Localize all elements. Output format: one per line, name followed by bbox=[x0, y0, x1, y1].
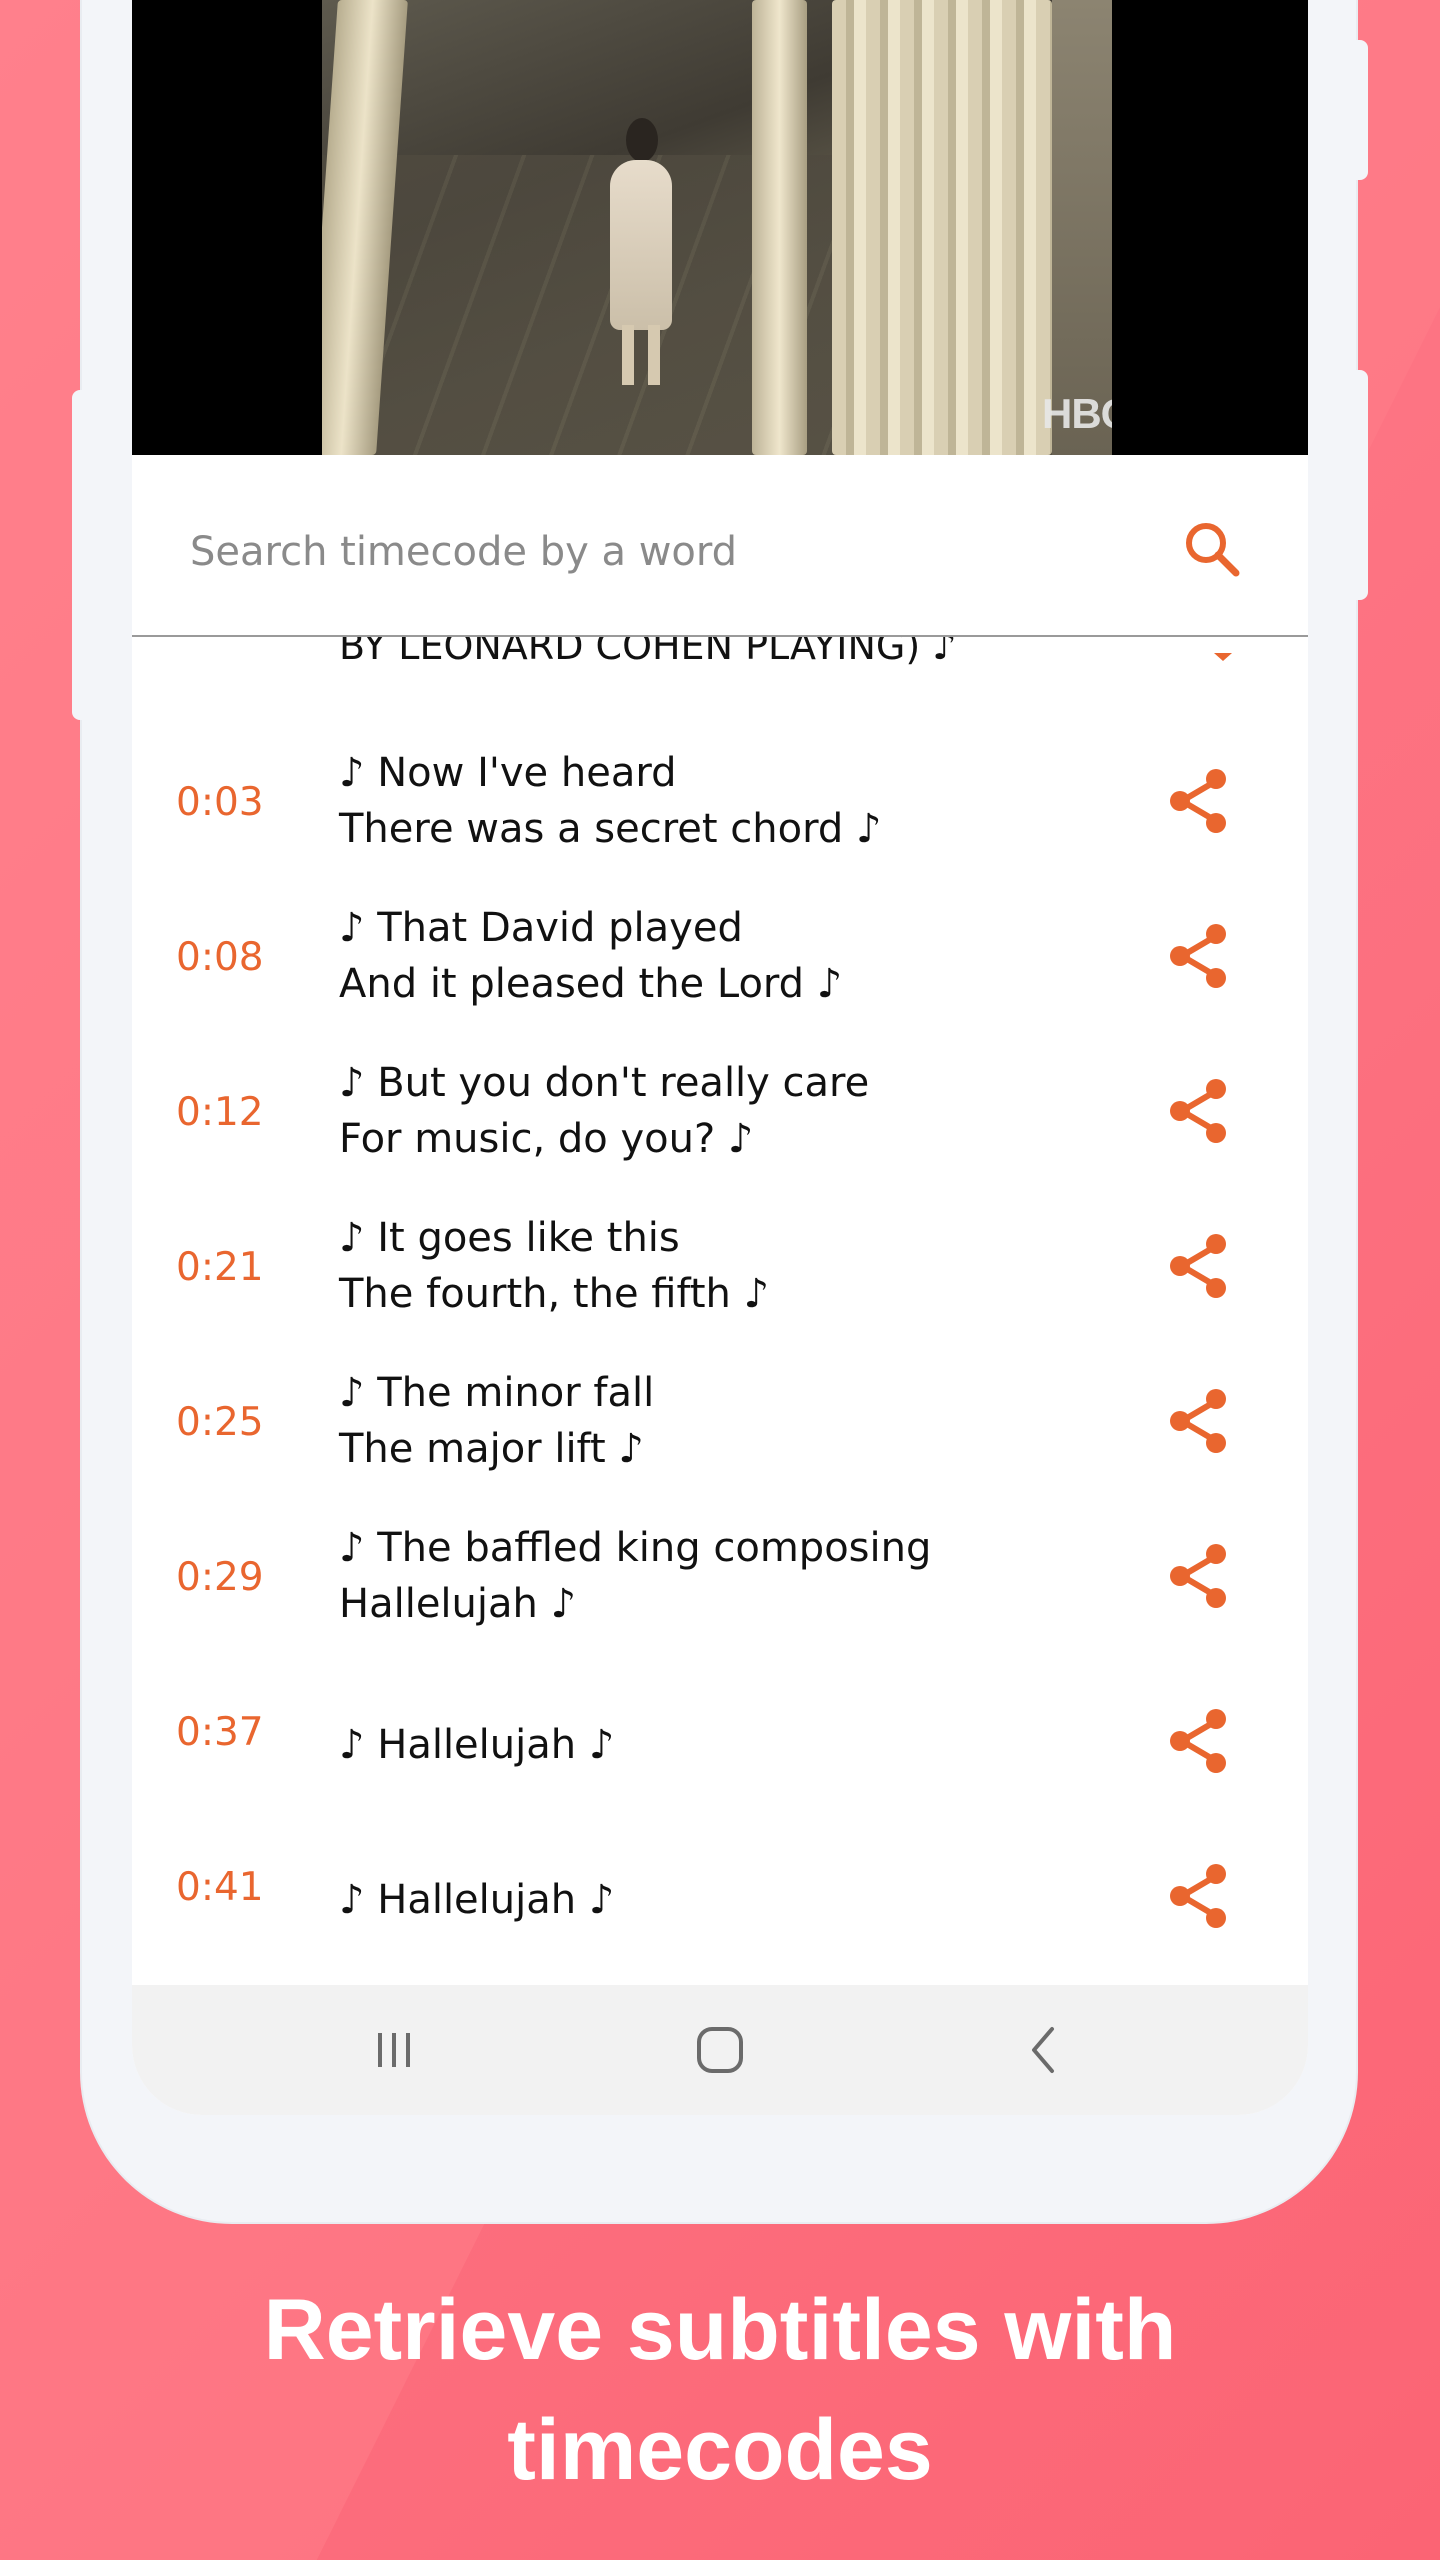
timecode[interactable]: 0:41 bbox=[176, 1868, 264, 1907]
subtitle-line-2: Hallelujah ♪ bbox=[339, 1581, 577, 1627]
subtitle-line-2: The major lift ♪ bbox=[339, 1426, 644, 1472]
share-icon[interactable] bbox=[1160, 1538, 1236, 1614]
subtitle-row[interactable]: 0:29 ♪ The baffled king composing Hallel… bbox=[132, 1520, 1308, 1675]
subtitle-line-2: And it pleased the Lord ♪ bbox=[339, 961, 843, 1007]
video-figure-head bbox=[626, 118, 658, 162]
subtitle-line-2: For music, do you? ♪ bbox=[339, 1116, 754, 1162]
search-input[interactable] bbox=[188, 523, 1092, 581]
video-player[interactable]: HBOmax bbox=[132, 0, 1308, 455]
hbo-max-watermark: HBOmax bbox=[1042, 390, 1112, 437]
timecode[interactable]: 0:29 bbox=[176, 1558, 264, 1597]
subtitle-partial-line: BY LEONARD COHEN PLAYING) ♪ bbox=[339, 637, 957, 668]
share-icon-partial bbox=[1214, 653, 1232, 661]
subtitle-line-1: ♪ The minor fall bbox=[339, 1370, 655, 1416]
app-screen: HBOmax BY LEONARD COHEN PLAYING) ♪ 0:03 … bbox=[132, 0, 1308, 2115]
share-icon[interactable] bbox=[1160, 763, 1236, 839]
search-icon[interactable] bbox=[1178, 515, 1248, 585]
subtitle-line-1: ♪ It goes like this bbox=[339, 1215, 680, 1261]
subtitle-line-1: ♪ Now I've heard bbox=[339, 750, 677, 796]
subtitle-row[interactable]: 0:37 ♪ Hallelujah ♪ bbox=[132, 1675, 1308, 1830]
video-frame: HBOmax bbox=[322, 0, 1112, 455]
subtitle-row[interactable]: 0:03 ♪ Now I've heard There was a secret… bbox=[132, 745, 1308, 900]
video-figure-leg bbox=[622, 325, 634, 385]
share-icon[interactable] bbox=[1160, 1383, 1236, 1459]
share-icon[interactable] bbox=[1160, 1073, 1236, 1149]
subtitle-line-2: There was a secret chord ♪ bbox=[339, 806, 882, 852]
recents-icon[interactable] bbox=[354, 2015, 434, 2085]
subtitle-row[interactable]: 0:41 ♪ Hallelujah ♪ bbox=[132, 1830, 1308, 1985]
navigation-bar bbox=[132, 1985, 1308, 2115]
subtitle-line-1: ♪ Hallelujah ♪ bbox=[339, 1877, 615, 1923]
timecode[interactable]: 0:21 bbox=[176, 1248, 264, 1287]
subtitle-line-2: The fourth, the fifth ♪ bbox=[339, 1271, 770, 1317]
share-icon[interactable] bbox=[1160, 1228, 1236, 1304]
share-icon[interactable] bbox=[1160, 1858, 1236, 1934]
subtitle-line-1: ♪ That David played bbox=[339, 905, 743, 951]
back-icon[interactable] bbox=[1004, 2015, 1084, 2085]
timecode[interactable]: 0:08 bbox=[176, 938, 264, 977]
phone-side-button bbox=[1340, 40, 1368, 180]
video-stone bbox=[1052, 0, 1112, 455]
subtitle-row[interactable]: 0:12 ♪ But you don't really care For mus… bbox=[132, 1055, 1308, 1210]
subtitle-row[interactable]: 0:25 ♪ The minor fall The major lift ♪ bbox=[132, 1365, 1308, 1520]
video-figure-leg bbox=[648, 325, 660, 385]
promo-caption: Retrieve subtitles with timecodes bbox=[0, 2270, 1440, 2510]
subtitle-line-1: ♪ The baffled king composing bbox=[339, 1525, 932, 1571]
subtitle-row[interactable]: 0:21 ♪ It goes like this The fourth, the… bbox=[132, 1210, 1308, 1365]
subtitle-line-1: ♪ Hallelujah ♪ bbox=[339, 1722, 615, 1768]
home-icon[interactable] bbox=[680, 2015, 760, 2085]
timecode[interactable]: 0:03 bbox=[176, 783, 264, 822]
search-bar bbox=[132, 455, 1308, 637]
subtitle-row[interactable]: 0:08 ♪ That David played And it pleased … bbox=[132, 900, 1308, 1055]
subtitle-list[interactable]: BY LEONARD COHEN PLAYING) ♪ 0:03 ♪ Now I… bbox=[132, 637, 1308, 1985]
phone-side-button bbox=[1340, 370, 1368, 600]
promo-caption-line-2: timecodes bbox=[507, 2402, 933, 2498]
share-icon[interactable] bbox=[1160, 1703, 1236, 1779]
promo-caption-line-1: Retrieve subtitles with bbox=[263, 2282, 1177, 2378]
timecode[interactable]: 0:25 bbox=[176, 1403, 264, 1442]
share-icon[interactable] bbox=[1160, 918, 1236, 994]
video-column bbox=[832, 0, 1052, 455]
phone-side-button bbox=[72, 390, 100, 720]
subtitle-line-1: ♪ But you don't really care bbox=[339, 1060, 870, 1106]
video-column bbox=[752, 0, 807, 455]
timecode[interactable]: 0:12 bbox=[176, 1093, 264, 1132]
video-figure-body bbox=[610, 160, 672, 330]
timecode[interactable]: 0:37 bbox=[176, 1713, 264, 1752]
